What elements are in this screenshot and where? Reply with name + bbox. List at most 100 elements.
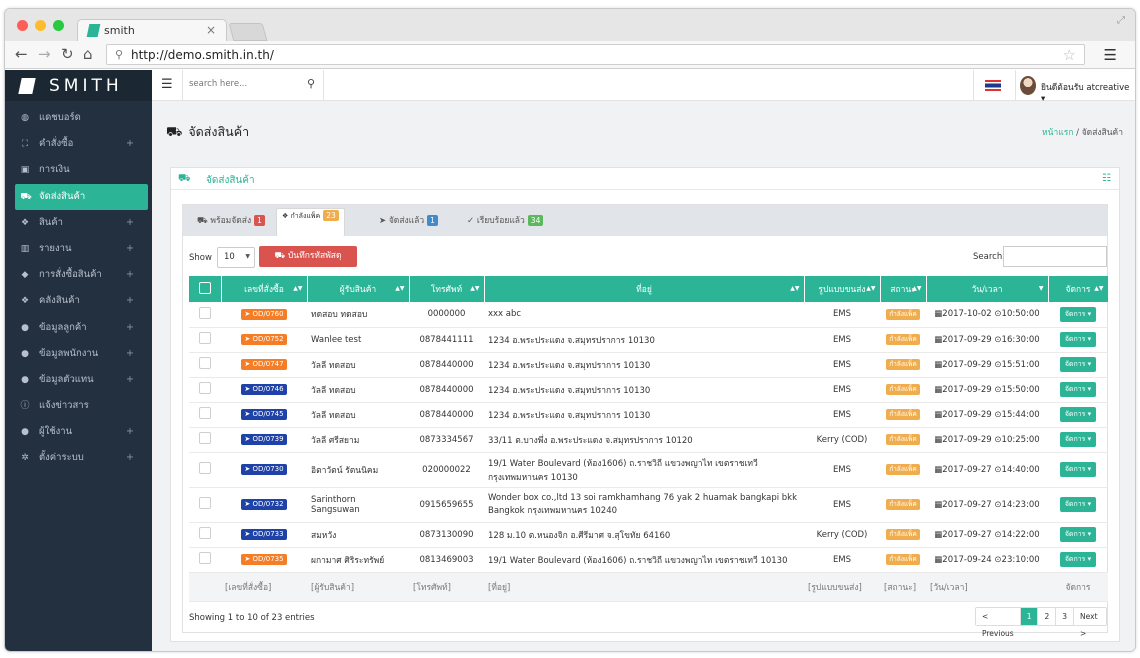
browser-menu-icon[interactable]: ☰ [1104,46,1117,64]
column-header[interactable]: รูปแบบขนส่ง ▲▼ [804,276,881,302]
action-dropdown-button[interactable]: จัดการ ▾ [1059,357,1097,372]
next-page-button[interactable]: Next > [1074,608,1106,638]
footer-filter-cell[interactable]: [โทรศัพท์] [409,572,484,602]
action-dropdown-button[interactable]: จัดการ ▾ [1059,407,1097,422]
tab-3[interactable]: ✓ เรียบร้อยแล้ว 34 [457,208,553,236]
plus-icon[interactable]: + [126,262,134,288]
select-all-header[interactable] [189,276,222,302]
search-icon[interactable]: ⚲ [307,77,315,90]
page-button-3[interactable]: 3 [1056,608,1075,625]
browser-tab[interactable]: smith × [77,19,227,41]
sidebar-item-1[interactable]: ⛶ คำสั่งซื้อ + [5,131,152,157]
sidebar-item-10[interactable]: ● ข้อมูลตัวแทน + [5,367,152,393]
plus-icon[interactable]: + [126,445,134,471]
column-header[interactable]: โทรศัพท์ ▲▼ [409,276,485,302]
sidebar-item-12[interactable]: ● ผู้ใช้งาน + [5,419,152,445]
footer-filter-cell[interactable]: [ผู้รับสินค้า] [307,572,409,602]
order-badge[interactable]: ➤ OD/0760 [241,308,287,320]
column-header[interactable]: จัดการ ▲▼ [1048,276,1109,302]
row-checkbox[interactable] [199,357,211,369]
plus-icon[interactable]: + [126,315,134,341]
sidebar-item-4[interactable]: ❖ สินค้า + [5,210,152,236]
sidebar-item-0[interactable]: ◍ แดชบอร์ด [5,105,152,131]
action-dropdown-button[interactable]: จัดการ ▾ [1059,552,1097,567]
minimize-window-button[interactable] [35,20,46,31]
order-badge[interactable]: ➤ OD/0745 [241,409,287,420]
address-bar[interactable]: ⚲ http://demo.smith.in.th/ ☆ [106,44,1085,65]
action-dropdown-button[interactable]: จัดการ ▾ [1059,497,1097,512]
order-badge[interactable]: ➤ OD/0747 [241,359,287,370]
plus-icon[interactable]: + [126,419,134,445]
row-checkbox[interactable] [199,306,211,319]
order-badge[interactable]: ➤ OD/0752 [241,334,287,345]
hamburger-menu-icon[interactable]: ☰ [161,77,173,92]
new-tab-button[interactable] [228,23,268,41]
sidebar-item-7[interactable]: ❖ คลังสินค้า + [5,288,152,314]
row-checkbox[interactable] [199,527,211,539]
action-dropdown-button[interactable]: จัดการ ▾ [1059,462,1097,477]
page-button-1[interactable]: 1 [1020,608,1039,625]
close-window-button[interactable] [17,20,28,31]
plus-icon[interactable]: + [126,367,134,393]
row-checkbox[interactable] [199,462,211,474]
footer-filter-cell[interactable]: จัดการ [1048,572,1108,602]
forward-arrow-icon[interactable]: → [38,45,51,63]
row-checkbox[interactable] [199,552,211,564]
sidebar-item-6[interactable]: ◆ การสั่งซื้อสินค้า + [5,262,152,288]
action-dropdown-button[interactable]: จัดการ ▾ [1059,306,1097,322]
sidebar-item-5[interactable]: ▥ รายงาน + [5,236,152,262]
sidebar-item-9[interactable]: ● ข้อมูลพนักงาน + [5,341,152,367]
order-badge[interactable]: ➤ OD/0735 [241,554,287,565]
column-header[interactable]: เลขที่สั่งซื้อ ▲▼ [221,276,308,302]
row-checkbox[interactable] [199,382,211,394]
plus-icon[interactable]: + [126,341,134,367]
sidebar-item-2[interactable]: ▣ การเงิน [5,157,152,183]
search-input[interactable] [189,79,289,89]
order-badge[interactable]: ➤ OD/0730 [241,464,287,475]
plus-icon[interactable]: + [126,288,134,314]
footer-filter-cell[interactable]: [ที่อยู่] [484,572,804,602]
brand[interactable]: SMITH [5,70,152,101]
row-checkbox[interactable] [199,432,211,444]
footer-filter-cell[interactable]: [สถานะ] [880,572,926,602]
action-dropdown-button[interactable]: จัดการ ▾ [1059,527,1097,542]
panel-options-icon[interactable]: ☷ [1102,173,1111,184]
column-header[interactable]: ที่อยู่ ▲▼ [484,276,805,302]
row-checkbox[interactable] [199,497,211,509]
table-search-input[interactable] [1003,246,1107,267]
tab-close-icon[interactable]: × [206,23,216,37]
home-icon[interactable]: ⌂ [83,45,93,63]
sidebar-item-11[interactable]: ⓘ แจ้งข่าวสาร [5,393,152,419]
select-all-checkbox[interactable] [198,281,211,294]
footer-filter-cell[interactable]: [เลขที่สั่งซื้อ] [221,572,307,602]
order-badge[interactable]: ➤ OD/0739 [241,434,287,445]
tab-1[interactable]: ❖ กำลังแพ็ค 23 [276,208,345,236]
footer-filter-cell[interactable]: [วัน/เวลา] [926,572,1048,602]
plus-icon[interactable]: + [126,210,134,236]
column-header[interactable]: สถานะ ▲▼ [880,276,927,302]
column-header[interactable]: วัน/เวลา ▼ [926,276,1049,302]
plus-icon[interactable]: + [126,236,134,262]
back-arrow-icon[interactable]: ← [15,45,28,63]
reload-icon[interactable]: ↻ [61,45,74,63]
row-checkbox[interactable] [199,407,211,419]
breadcrumb-home-link[interactable]: หน้าแรก [1042,128,1073,138]
order-badge[interactable]: ➤ OD/0732 [241,499,287,510]
page-size-select[interactable]: 10 ▼ [217,247,255,268]
action-dropdown-button[interactable]: จัดการ ▾ [1059,432,1097,447]
column-header[interactable]: ผู้รับสินค้า ▲▼ [307,276,410,302]
order-badge[interactable]: ➤ OD/0733 [241,529,287,540]
sidebar-item-8[interactable]: ● ข้อมูลลูกค้า + [5,315,152,341]
action-dropdown-button[interactable]: จัดการ ▾ [1059,382,1097,397]
row-checkbox[interactable] [199,332,211,344]
footer-filter-cell[interactable]: [รูปแบบขนส่ง] [804,572,880,602]
previous-page-button[interactable]: < Previous [976,608,1021,638]
language-selector[interactable] [973,70,1016,101]
fullscreen-icon[interactable]: ⤢ [1117,15,1125,26]
bookmark-star-icon[interactable]: ☆ [1063,46,1076,64]
record-tracking-button[interactable]: ⛟ บันทึกรหัสพัสดุ [259,246,357,267]
sidebar-item-13[interactable]: ✲ ตั้งค่าระบบ + [5,445,152,471]
user-menu[interactable]: ยินดีต้อนรับ atcreative ▾ [1020,70,1135,104]
tab-0[interactable]: ⛟ พร้อมจัดส่ง 1 [187,208,275,236]
page-button-2[interactable]: 2 [1038,608,1057,625]
